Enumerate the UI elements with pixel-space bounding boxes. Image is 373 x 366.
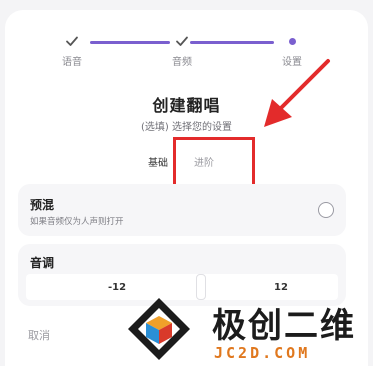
current-step-dot — [288, 37, 296, 45]
step-label: 音频 — [172, 57, 192, 68]
premix-title: 预混 — [30, 198, 55, 212]
check-icon — [66, 36, 78, 46]
cancel-button[interactable]: 取消 — [28, 327, 50, 343]
premix-radio[interactable] — [318, 202, 334, 218]
premix-card[interactable]: 预混 如果音频仅为人声则打开 — [18, 184, 346, 236]
check-icon — [176, 36, 188, 46]
step-label: 语音 — [62, 57, 82, 68]
step-voice: 语音 — [44, 32, 100, 68]
watermark-logo-icon — [128, 298, 190, 360]
pitch-min-label: -12 — [108, 282, 127, 293]
step-audio: 音频 — [154, 32, 210, 68]
tab-basic[interactable]: 基础 — [148, 154, 168, 169]
premix-description: 如果音频仅为人声则打开 — [30, 217, 124, 227]
pitch-title: 音调 — [30, 256, 55, 270]
watermark-text-cn: 极创二维 — [212, 306, 356, 346]
annotation-arrow-icon — [264, 59, 330, 127]
watermark: 极创二维 JC2D.COM — [126, 290, 373, 366]
screen: 语音 音频 设置 创建翻唱 (选填) 选择您的设置 基础 进阶 预混 如果音频仅… — [0, 0, 373, 366]
watermark-text-en: JC2D.COM — [214, 344, 311, 362]
